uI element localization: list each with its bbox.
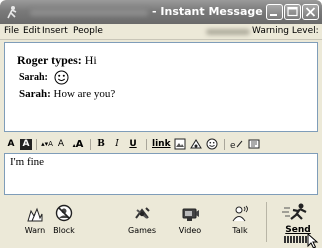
talk-person-icon	[232, 205, 248, 222]
normal-font-button[interactable]: A	[56, 138, 66, 151]
menu-people[interactable]: People	[73, 26, 103, 36]
close-icon	[305, 7, 316, 17]
decrease-font-label: A	[48, 140, 53, 148]
message-sender: Roger types:	[17, 53, 82, 67]
blurred-buddy-name	[30, 9, 148, 16]
toolbar-separator	[224, 139, 225, 150]
insert-background-icon[interactable]	[190, 138, 202, 151]
games-label: Games	[128, 226, 156, 235]
action-toolbar: Warn Block Games Video Talk Send	[0, 200, 322, 248]
formatting-toolbar: A A ▴▾A A ▴A B I U link e	[4, 138, 318, 151]
message-input[interactable]: I'm fine	[4, 153, 318, 195]
bold-button[interactable]: B	[96, 138, 106, 151]
talk-label: Talk	[232, 226, 248, 235]
message-sender: Sarah:	[19, 88, 51, 100]
menu-insert[interactable]: Insert	[42, 26, 68, 36]
aim-running-man-icon	[7, 6, 17, 19]
decrease-font-button[interactable]: ▴▾A	[40, 138, 54, 151]
background-color-button[interactable]: A	[20, 139, 32, 150]
message-line: Sarah:	[19, 70, 69, 85]
toolbar-separator	[146, 139, 147, 150]
send-file-icon[interactable]: e	[230, 138, 244, 151]
maximize-button[interactable]	[284, 4, 301, 20]
message-text: Hi	[81, 53, 97, 67]
menu-edit[interactable]: Edit	[23, 26, 40, 36]
warning-level-label: Warning Level: 0%	[252, 26, 322, 36]
svg-text:e: e	[230, 141, 236, 151]
insert-picture-icon[interactable]	[174, 138, 186, 151]
insert-smiley-icon[interactable]	[206, 138, 218, 151]
message-sender: Sarah:	[19, 71, 48, 83]
conversation-pane[interactable]: Roger types: Hi Sarah: Sarah: How are yo…	[4, 42, 318, 132]
insert-link-button[interactable]: link	[152, 138, 171, 151]
block-label: Block	[53, 226, 75, 235]
video-camera-icon	[182, 208, 199, 221]
message-line: Sarah: How are you?	[19, 88, 115, 100]
toolbar-separator	[90, 139, 91, 150]
toolbar-separator	[36, 139, 37, 150]
block-icon	[55, 204, 73, 222]
talk-button[interactable]: Talk	[220, 200, 260, 246]
close-button[interactable]	[302, 4, 319, 20]
games-icon	[135, 207, 150, 219]
minimize-icon	[270, 14, 277, 16]
increase-font-label: A	[75, 139, 84, 150]
title-bar[interactable]: - Instant Message	[0, 0, 322, 24]
message-line: Roger types: Hi	[17, 53, 97, 68]
video-label: Video	[178, 226, 202, 235]
insert-image-icon[interactable]	[248, 138, 260, 151]
blurred-screen-name	[206, 29, 250, 35]
maximize-icon	[287, 6, 298, 17]
italic-button[interactable]: I	[112, 138, 122, 151]
mouse-cursor-icon	[307, 233, 319, 248]
underline-button[interactable]: U	[128, 138, 138, 151]
resize-grip[interactable]	[284, 236, 308, 243]
increase-font-button[interactable]: ▴A	[70, 138, 86, 151]
instant-message-window: - Instant Message File Edit Insert Peopl…	[0, 0, 322, 248]
send-running-man-icon	[282, 203, 307, 220]
block-button[interactable]: Block	[44, 200, 84, 246]
smiley-icon	[54, 70, 69, 85]
menu-file[interactable]: File	[4, 26, 19, 36]
action-divider	[266, 202, 267, 242]
minimize-button[interactable]	[266, 4, 283, 20]
message-input-text: I'm fine	[10, 156, 45, 168]
video-button[interactable]: Video	[170, 200, 210, 246]
window-title: - Instant Message	[152, 5, 263, 18]
message-text: How are you?	[50, 88, 116, 100]
games-button[interactable]: Games	[122, 200, 162, 246]
text-color-button[interactable]: A	[6, 138, 16, 151]
